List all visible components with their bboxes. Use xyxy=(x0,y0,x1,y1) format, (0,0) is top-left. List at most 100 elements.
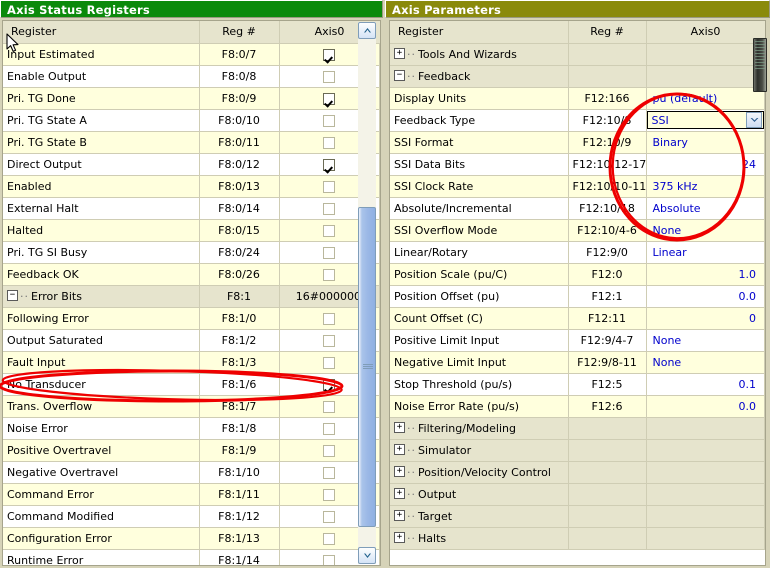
checkbox-unchecked[interactable] xyxy=(323,400,336,413)
checkbox-unchecked[interactable] xyxy=(323,532,336,545)
table-row[interactable]: Negative Limit Input F12:9/8-11 None xyxy=(390,351,765,374)
row-label[interactable]: Noise Error xyxy=(3,417,200,440)
checkbox-checked[interactable] xyxy=(323,158,336,171)
row-label[interactable]: Noise Error Rate (pu/s) xyxy=(390,395,569,418)
table-row[interactable]: Display Units F12:166 pu (default) xyxy=(390,87,765,110)
row-label[interactable]: Pri. TG State B xyxy=(3,131,200,154)
scroll-thumb[interactable] xyxy=(358,206,376,527)
right-scrollbar-fragment[interactable] xyxy=(753,38,767,92)
right-col-header-register[interactable]: Register xyxy=(390,21,569,44)
row-label[interactable]: + ·· Halts xyxy=(390,527,569,550)
row-value[interactable]: SSI xyxy=(646,109,765,132)
row-label[interactable]: Absolute/Incremental xyxy=(390,197,569,220)
row-label[interactable]: Enable Output xyxy=(3,65,200,88)
table-row[interactable]: + ·· Position/Velocity Control xyxy=(390,461,765,484)
table-row[interactable]: SSI Clock Rate F12:10/10-11 375 kHz xyxy=(390,175,765,198)
table-row[interactable]: Pri. TG State A F8:0/10 xyxy=(3,109,380,132)
row-label[interactable]: Input Estimated xyxy=(3,43,200,66)
checkbox-unchecked[interactable] xyxy=(323,356,336,369)
right-col-header-axis0[interactable]: Axis0 xyxy=(646,21,765,44)
row-label[interactable]: No Transducer xyxy=(3,373,200,396)
row-label[interactable]: Halted xyxy=(3,219,200,242)
tree-expander-plus-icon[interactable]: + xyxy=(394,466,405,477)
tree-expander-minus-icon[interactable]: − xyxy=(7,290,18,301)
row-value[interactable] xyxy=(646,417,765,440)
table-row[interactable]: Pri. TG SI Busy F8:0/24 xyxy=(3,241,380,264)
tree-expander-plus-icon[interactable]: + xyxy=(394,532,405,543)
table-row[interactable]: Count Offset (C) F12:11 0 xyxy=(390,307,765,330)
row-label[interactable]: SSI Overflow Mode xyxy=(390,219,569,242)
row-label[interactable]: + ·· Filtering/Modeling xyxy=(390,417,569,440)
table-row[interactable]: + ·· Halts xyxy=(390,527,765,550)
row-label[interactable]: − ·· Feedback xyxy=(390,65,569,88)
table-row[interactable]: Noise Error Rate (pu/s) F12:6 0.0 xyxy=(390,395,765,418)
table-row[interactable]: Positive Limit Input F12:9/4-7 None xyxy=(390,329,765,352)
table-row[interactable]: Trans. Overflow F8:1/7 xyxy=(3,395,380,418)
table-row[interactable]: Feedback Type F12:10/8 SSI xyxy=(390,109,765,132)
row-value[interactable]: 24 xyxy=(646,153,765,176)
checkbox-unchecked[interactable] xyxy=(323,136,336,149)
checkbox-unchecked[interactable] xyxy=(323,70,336,83)
row-value[interactable] xyxy=(646,65,765,88)
tree-expander-plus-icon[interactable]: + xyxy=(394,488,405,499)
row-label[interactable]: Following Error xyxy=(3,307,200,330)
row-label[interactable]: Positive Overtravel xyxy=(3,439,200,462)
left-col-header-register[interactable]: Register xyxy=(3,21,200,44)
row-label[interactable]: + ·· Simulator xyxy=(390,439,569,462)
row-value[interactable]: 375 kHz xyxy=(646,175,765,198)
checkbox-checked[interactable] xyxy=(323,378,336,391)
row-label[interactable]: Pri. TG State A xyxy=(3,109,200,132)
row-value[interactable] xyxy=(646,527,765,550)
scroll-up-button[interactable] xyxy=(358,22,376,39)
checkbox-unchecked[interactable] xyxy=(323,268,336,281)
table-row[interactable]: External Halt F8:0/14 xyxy=(3,197,380,220)
row-value[interactable]: 0.0 xyxy=(646,395,765,418)
checkbox-unchecked[interactable] xyxy=(323,246,336,259)
table-row[interactable]: Following Error F8:1/0 xyxy=(3,307,380,330)
row-label[interactable]: Linear/Rotary xyxy=(390,241,569,264)
checkbox-checked[interactable] xyxy=(323,92,336,105)
table-row[interactable]: Noise Error F8:1/8 xyxy=(3,417,380,440)
table-row[interactable]: Fault Input F8:1/3 xyxy=(3,351,380,374)
checkbox-checked[interactable] xyxy=(323,48,336,61)
checkbox-unchecked[interactable] xyxy=(323,334,336,347)
right-col-header-reg[interactable]: Reg # xyxy=(568,21,647,44)
scroll-down-button[interactable] xyxy=(358,547,376,564)
table-row[interactable]: Positive Overtravel F8:1/9 xyxy=(3,439,380,462)
row-label[interactable]: SSI Format xyxy=(390,131,569,154)
row-label[interactable]: Position Offset (pu) xyxy=(390,285,569,308)
row-label[interactable]: Negative Limit Input xyxy=(390,351,569,374)
row-label[interactable]: Stop Threshold (pu/s) xyxy=(390,373,569,396)
table-row[interactable]: Enabled F8:0/13 xyxy=(3,175,380,198)
table-row[interactable]: Negative Overtravel F8:1/10 xyxy=(3,461,380,484)
table-row[interactable]: Linear/Rotary F12:9/0 Linear xyxy=(390,241,765,264)
row-value[interactable]: 0.1 xyxy=(646,373,765,396)
table-row[interactable]: − ·· Feedback xyxy=(390,65,765,88)
row-label[interactable]: + ·· Position/Velocity Control xyxy=(390,461,569,484)
table-row[interactable]: + ·· Target xyxy=(390,505,765,528)
row-label[interactable]: Runtime Error xyxy=(3,549,200,565)
dropdown-arrow-button[interactable] xyxy=(746,112,762,128)
checkbox-unchecked[interactable] xyxy=(323,422,336,435)
table-row[interactable]: Position Scale (pu/C) F12:0 1.0 xyxy=(390,263,765,286)
row-label[interactable]: External Halt xyxy=(3,197,200,220)
checkbox-unchecked[interactable] xyxy=(323,224,336,237)
row-label[interactable]: Pri. TG Done xyxy=(3,87,200,110)
table-row[interactable]: Runtime Error F8:1/14 xyxy=(3,549,380,565)
checkbox-unchecked[interactable] xyxy=(323,488,336,501)
dropdown-select[interactable]: SSI xyxy=(646,111,764,129)
tree-expander-plus-icon[interactable]: + xyxy=(394,48,405,59)
row-label[interactable]: Position Scale (pu/C) xyxy=(390,263,569,286)
row-value[interactable]: 1.0 xyxy=(646,263,765,286)
row-label[interactable]: + ·· Target xyxy=(390,505,569,528)
row-value[interactable]: 0 xyxy=(646,307,765,330)
row-label[interactable]: SSI Data Bits xyxy=(390,153,569,176)
checkbox-unchecked[interactable] xyxy=(323,114,336,127)
table-row[interactable]: − ·· Error Bits F8:1 16#00000040 xyxy=(3,285,380,308)
table-row[interactable]: Stop Threshold (pu/s) F12:5 0.1 xyxy=(390,373,765,396)
row-value[interactable]: 0.0 xyxy=(646,285,765,308)
scroll-track[interactable] xyxy=(358,39,376,547)
table-row[interactable]: Absolute/Incremental F12:10/18 Absolute xyxy=(390,197,765,220)
table-row[interactable]: + ·· Tools And Wizards xyxy=(390,43,765,66)
row-label[interactable]: Pri. TG SI Busy xyxy=(3,241,200,264)
